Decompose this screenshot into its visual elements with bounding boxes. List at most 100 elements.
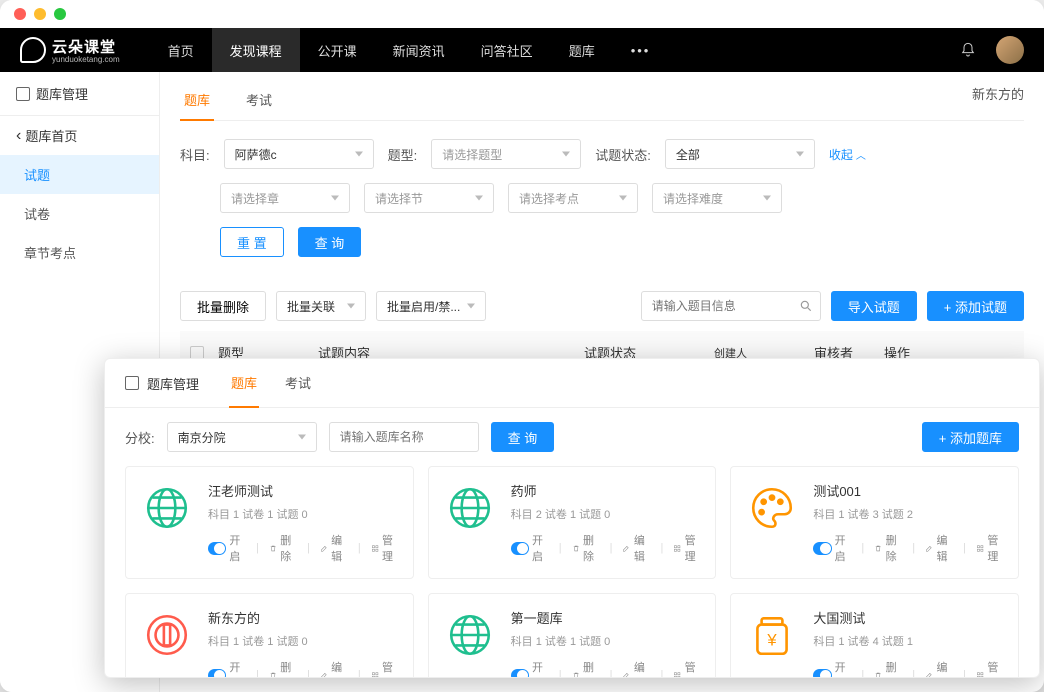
grid-icon	[673, 670, 681, 679]
card-meta: 科目 1 试卷 1 试题 0	[208, 633, 399, 649]
section-select[interactable]: 请选择节	[364, 183, 494, 213]
delete-action[interactable]: 删除	[269, 659, 297, 678]
knowledge-select[interactable]: 请选择考点	[508, 183, 638, 213]
nav-item[interactable]: 题库	[551, 28, 613, 72]
nav-item[interactable]: 新闻资讯	[375, 28, 463, 72]
toggle-action[interactable]: 开启	[813, 532, 851, 564]
type-select[interactable]: 请选择题型	[431, 139, 581, 169]
bell-icon[interactable]	[960, 42, 976, 58]
tab[interactable]: 题库	[180, 80, 214, 121]
edit-action[interactable]: 编辑	[622, 659, 650, 678]
search-icon	[799, 299, 813, 313]
minimize-icon[interactable]	[34, 8, 46, 20]
sidebar-title: 题库管理	[0, 72, 159, 116]
tab[interactable]: 考试	[242, 80, 276, 121]
delete-action[interactable]: 删除	[874, 532, 902, 564]
library-card[interactable]: 测试001 科目 1 试卷 3 试题 2 开启 | 删除 | 编辑 | 管理	[730, 466, 1019, 579]
sidebar-item[interactable]: 试题	[0, 155, 159, 194]
reset-button[interactable]: 重 置	[220, 227, 284, 257]
back-link[interactable]: 题库首页	[0, 116, 159, 155]
card-meta: 科目 1 试卷 3 试题 2	[813, 506, 1004, 522]
school-select[interactable]: 南京分院	[167, 422, 317, 452]
library-card[interactable]: 新东方的 科目 1 试卷 1 试题 0 开启 | 删除 | 编辑 | 管理	[125, 593, 414, 678]
add-question-button[interactable]: + 添加试题	[927, 291, 1024, 321]
bulk-delete-button[interactable]: 批量删除	[180, 291, 266, 321]
edit-action[interactable]: 编辑	[320, 659, 348, 678]
toggle-action[interactable]: 开启	[208, 659, 246, 678]
delete-action[interactable]: 删除	[572, 532, 600, 564]
jar-icon	[745, 608, 799, 662]
logo-subtext: yunduoketang.com	[52, 55, 120, 64]
toggle-action[interactable]: 开启	[813, 659, 851, 678]
sidebar-item[interactable]: 试卷	[0, 194, 159, 233]
palette-icon	[745, 481, 799, 535]
avatar[interactable]	[996, 36, 1024, 64]
toggle-action[interactable]: 开启	[511, 659, 549, 678]
search-button[interactable]: 查 询	[298, 227, 362, 257]
library-card[interactable]: 第一题库 科目 1 试卷 1 试题 0 开启 | 删除 | 编辑 | 管理	[428, 593, 717, 678]
library-tab[interactable]: 题库	[229, 359, 259, 408]
manage-action[interactable]: 管理	[976, 659, 1004, 678]
manage-action[interactable]: 管理	[371, 532, 399, 564]
library-search-input[interactable]	[329, 422, 479, 452]
grid-icon	[976, 670, 984, 679]
chapter-select[interactable]: 请选择章	[220, 183, 350, 213]
toggle-icon	[813, 542, 831, 555]
collapse-link[interactable]: 收起	[829, 146, 866, 163]
toggle-action[interactable]: 开启	[208, 532, 246, 564]
delete-action[interactable]: 删除	[269, 532, 297, 564]
delete-action[interactable]: 删除	[572, 659, 600, 678]
subject-select[interactable]: 阿萨德c	[224, 139, 374, 169]
library-tab[interactable]: 考试	[283, 359, 313, 408]
type-label: 题型:	[388, 145, 418, 164]
add-library-button[interactable]: + 添加题库	[922, 422, 1019, 452]
grid-icon	[673, 543, 681, 554]
delete-action[interactable]: 删除	[874, 659, 902, 678]
close-icon[interactable]	[14, 8, 26, 20]
bulk-enable-select[interactable]: 批量启用/禁...	[376, 291, 486, 321]
nav-item[interactable]: 公开课	[300, 28, 375, 72]
nav-item[interactable]: 首页	[150, 28, 212, 72]
toggle-icon	[511, 669, 529, 679]
manage-action[interactable]: 管理	[371, 659, 399, 678]
library-search-button[interactable]: 查 询	[491, 422, 555, 452]
card-meta: 科目 2 试卷 1 试题 0	[511, 506, 702, 522]
toggle-icon	[813, 669, 831, 679]
tabs: 题库考试 新东方的	[180, 72, 1024, 121]
trash-icon	[874, 543, 882, 554]
tabs-extra: 新东方的	[972, 84, 1024, 103]
manage-action[interactable]: 管理	[976, 532, 1004, 564]
manage-action[interactable]: 管理	[673, 532, 701, 564]
toggle-action[interactable]: 开启	[511, 532, 549, 564]
maximize-icon[interactable]	[54, 8, 66, 20]
library-window: 题库管理 题库考试 分校: 南京分院 查 询 + 添加题库 汪老师测试 科目 1…	[104, 358, 1040, 678]
nav-item[interactable]: 发现课程	[212, 28, 300, 72]
edit-icon	[320, 670, 328, 679]
nav-more[interactable]: •••	[613, 28, 669, 72]
card-title: 第一题库	[511, 608, 702, 627]
grid-icon	[976, 543, 984, 554]
nav: 首页发现课程公开课新闻资讯问答社区题库	[150, 28, 613, 72]
edit-action[interactable]: 编辑	[925, 532, 953, 564]
edit-action[interactable]: 编辑	[925, 659, 953, 678]
status-label: 试题状态:	[595, 145, 651, 164]
grid-icon	[371, 543, 379, 554]
library-title: 题库管理	[125, 360, 199, 407]
edit-action[interactable]: 编辑	[320, 532, 348, 564]
bulk-assoc-select[interactable]: 批量关联	[276, 291, 366, 321]
search-input[interactable]	[641, 291, 821, 321]
logo[interactable]: 云朵课堂 yunduoketang.com	[20, 36, 120, 64]
mac-titlebar	[0, 0, 1044, 28]
nav-item[interactable]: 问答社区	[463, 28, 551, 72]
import-button[interactable]: 导入试题	[831, 291, 917, 321]
library-card[interactable]: 药师 科目 2 试卷 1 试题 0 开启 | 删除 | 编辑 | 管理	[428, 466, 717, 579]
trash-icon	[572, 670, 580, 679]
manage-action[interactable]: 管理	[673, 659, 701, 678]
library-card[interactable]: 大国测试 科目 1 试卷 4 试题 1 开启 | 删除 | 编辑 | 管理	[730, 593, 1019, 678]
library-card[interactable]: 汪老师测试 科目 1 试卷 1 试题 0 开启 | 删除 | 编辑 | 管理	[125, 466, 414, 579]
edit-icon	[320, 543, 328, 554]
difficulty-select[interactable]: 请选择难度	[652, 183, 782, 213]
sidebar-item[interactable]: 章节考点	[0, 233, 159, 272]
edit-action[interactable]: 编辑	[622, 532, 650, 564]
status-select[interactable]: 全部	[665, 139, 815, 169]
